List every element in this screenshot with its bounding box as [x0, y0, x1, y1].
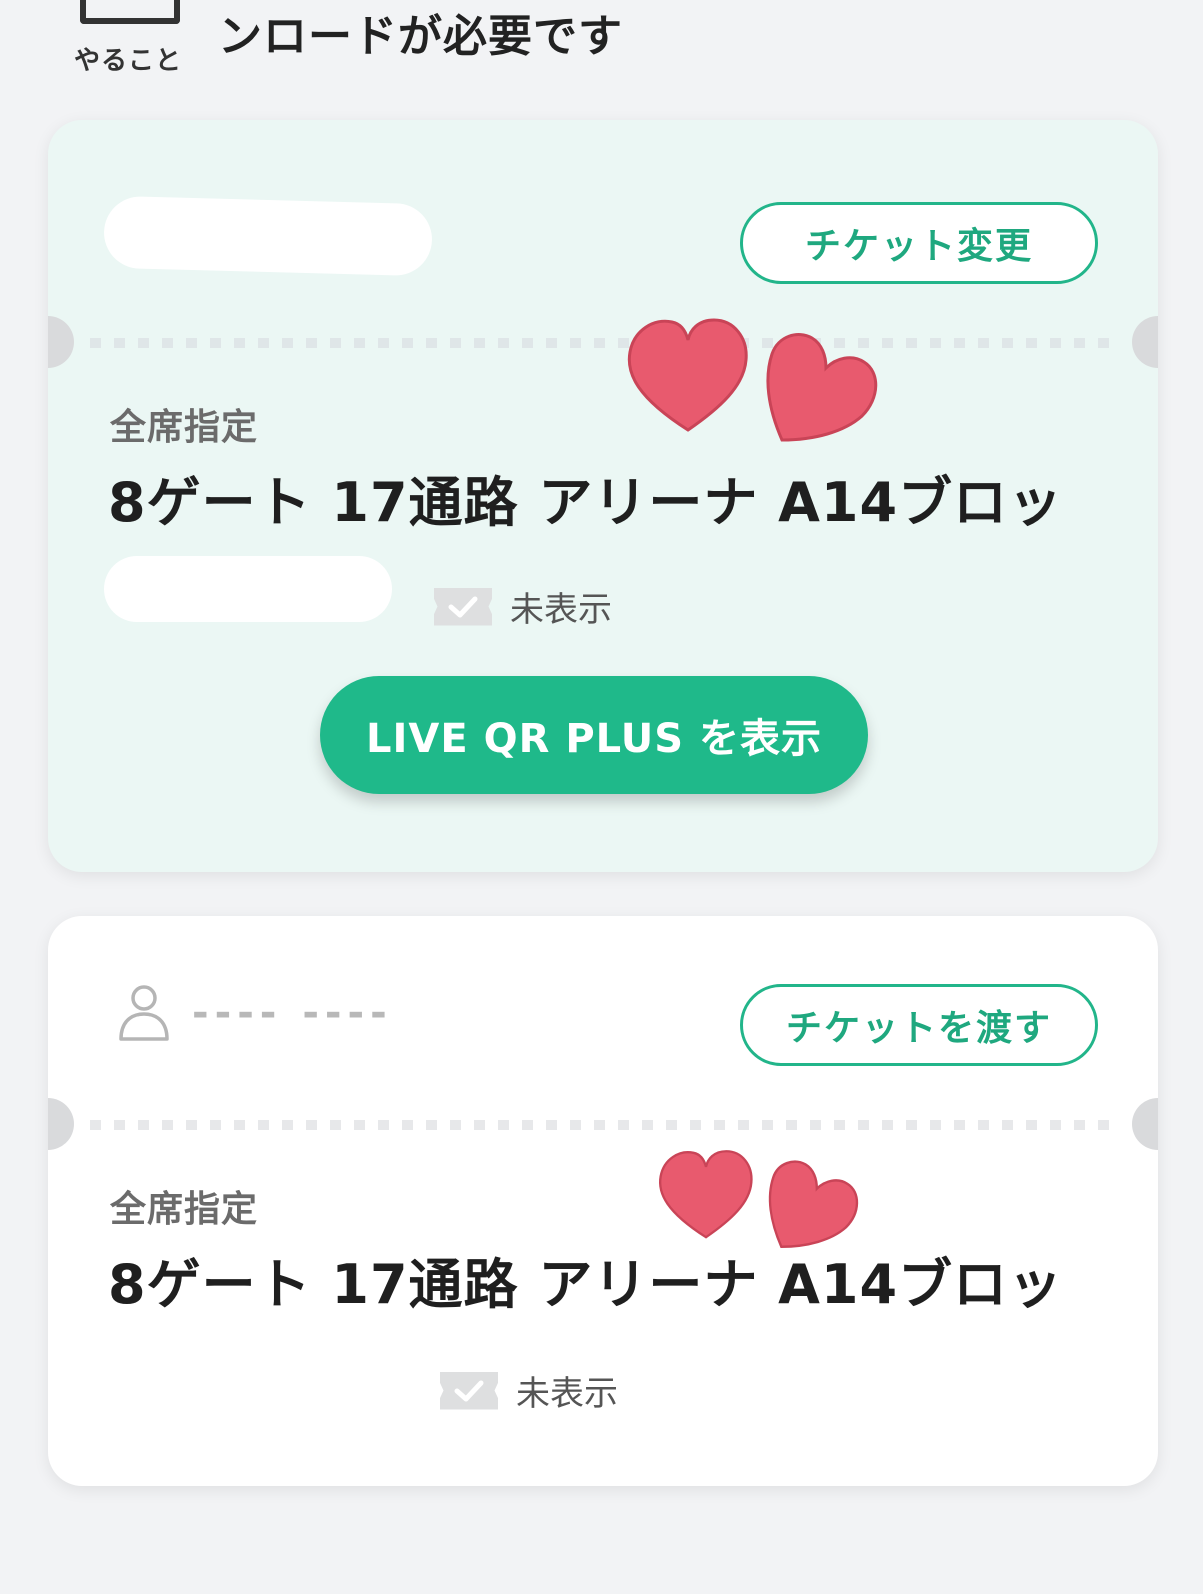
user-icon: [119, 985, 169, 1041]
change-ticket-button[interactable]: チケット変更: [740, 202, 1098, 284]
redacted-detail: [104, 556, 392, 622]
transfer-ticket-button[interactable]: チケットを渡す: [740, 984, 1098, 1066]
seat-type-label: 全席指定: [110, 1189, 259, 1230]
hidden-status-label: 未表示: [510, 590, 612, 630]
heart-sticker: [658, 1150, 753, 1239]
hidden-status: 未表示: [440, 1366, 618, 1415]
seat-info: 8ゲート 17通路 アリーナ A14ブロッ: [108, 471, 1064, 534]
check-icon: [440, 1371, 498, 1410]
redacted-name: [103, 195, 433, 277]
ticket-notch-right: [1132, 1098, 1158, 1150]
heart-sticker: [627, 318, 748, 432]
hidden-status: 未表示: [434, 582, 612, 631]
ticket-card: チケット変更 全席指定 8ゲート 17通路 アリーナ A14ブロッ 未表示 LI…: [48, 120, 1158, 872]
ticket-list-page: やること ンロードが必要です チケット変更 全席指定 8ゲート 17通路 アリー…: [0, 0, 1203, 1594]
heart-sticker: [766, 333, 878, 442]
todo-label: やること: [74, 46, 183, 76]
hidden-status-label: 未表示: [516, 1374, 618, 1414]
perforation-line: [90, 1120, 1116, 1130]
check-icon: [434, 587, 492, 626]
heart-sticker: [768, 1160, 859, 1248]
ticket-notch-right: [1132, 316, 1158, 368]
show-qr-button[interactable]: LIVE QR PLUS を表示: [320, 676, 868, 794]
ticket-owner: ---- ----: [118, 984, 393, 1042]
seat-type-label: 全席指定: [110, 407, 259, 448]
seat-info: 8ゲート 17通路 アリーナ A14ブロッ: [108, 1253, 1064, 1316]
perforation-line: [90, 338, 1116, 348]
ticket-card: ---- ---- チケットを渡す 全席指定 8ゲート 17通路 アリーナ A1…: [48, 916, 1158, 1486]
ticket-notch-left: [48, 316, 74, 368]
owner-name: ---- ----: [192, 990, 393, 1036]
todo-icon[interactable]: [80, 0, 180, 24]
ticket-notch-left: [48, 1098, 74, 1150]
todo-message: ンロードが必要です: [218, 11, 623, 62]
